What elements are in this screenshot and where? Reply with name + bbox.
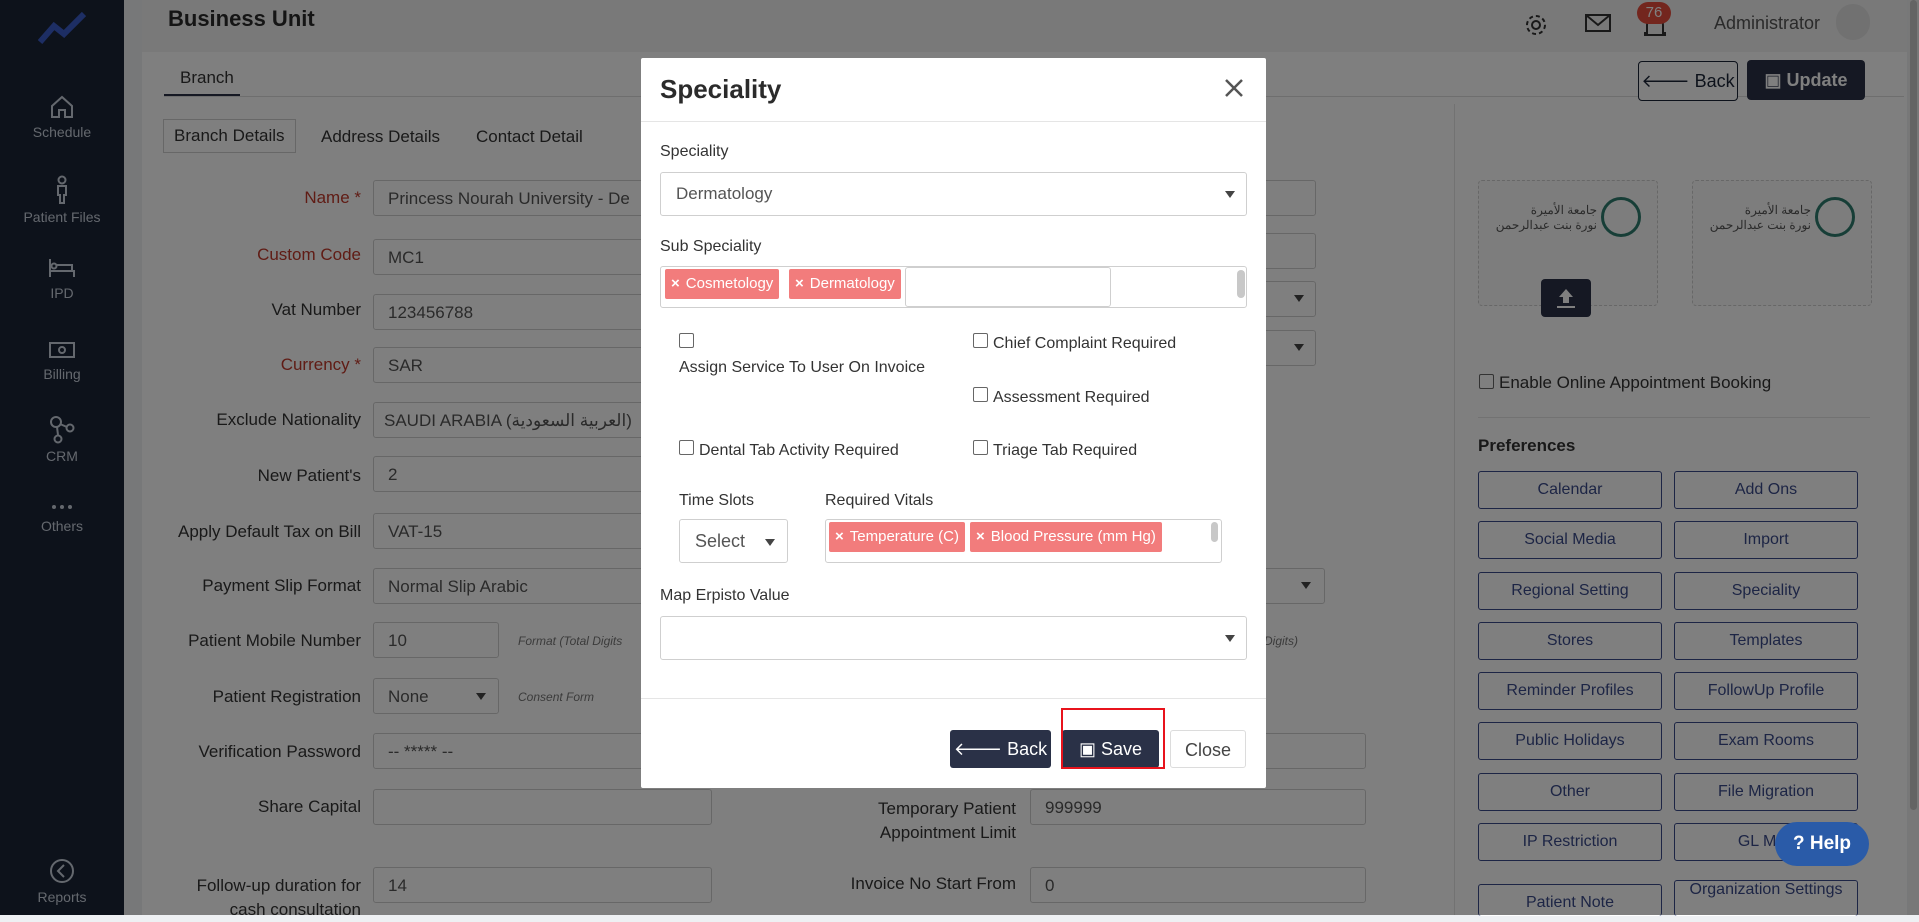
sub-speciality-tag[interactable]: × Cosmetology [665,269,780,299]
assign-service-checkbox[interactable] [679,333,694,348]
modal-close-button[interactable]: Close [1170,730,1246,768]
map-erpisto-label: Map Erpisto Value [660,587,790,604]
speciality-select[interactable]: Dermatology [660,172,1247,216]
assign-service-label: Assign Service To User On Invoice [679,359,926,376]
speciality-label: Speciality [660,143,729,160]
modal-title: Speciality [660,74,782,104]
modal-back-button[interactable]: 🡐 Back [950,730,1051,768]
speciality-modal: Speciality Speciality Dermatology Sub Sp… [641,58,1266,788]
scrollbar-thumb[interactable] [1211,522,1218,542]
question-icon: ? [1792,833,1805,854]
remove-icon[interactable]: × [671,275,680,292]
vital-tag[interactable]: × Blood Pressure (mm Hg) [970,522,1162,552]
sub-speciality-label: Sub Speciality [660,238,762,255]
vital-tag[interactable]: × Temperature (C) [829,522,965,552]
time-slots-label: Time Slots [679,492,754,509]
remove-icon[interactable]: × [795,275,804,292]
assessment-checkbox[interactable] [973,387,988,402]
arrow-left-icon: 🡐 [953,739,1003,759]
remove-icon[interactable]: × [835,528,844,545]
sub-speciality-tag[interactable]: × Dermatology [789,269,901,299]
chief-complaint-label: Chief Complaint Required [993,335,1177,352]
assessment-label: Assessment Required [993,389,1150,406]
chief-complaint-checkbox[interactable] [973,333,988,348]
help-button[interactable]: ? Help [1775,822,1869,866]
close-icon[interactable] [1222,76,1246,100]
dental-tab-label: Dental Tab Activity Required [699,442,899,459]
triage-tab-label: Triage Tab Required [993,442,1138,459]
chevron-down-icon [1225,635,1235,642]
required-vitals-label: Required Vitals [825,492,934,509]
triage-tab-checkbox[interactable] [973,440,988,455]
sub-speciality-search-input[interactable] [905,267,1111,307]
modal-header: Speciality [641,58,1266,122]
chevron-down-icon [765,539,775,546]
remove-icon[interactable]: × [976,528,985,545]
chevron-down-icon [1225,191,1235,198]
save-highlight-box [1061,708,1165,769]
dental-tab-checkbox[interactable] [679,440,694,455]
map-erpisto-select[interactable] [660,616,1247,660]
modal-footer-divider [641,698,1266,699]
scrollbar-thumb[interactable] [1237,270,1245,298]
